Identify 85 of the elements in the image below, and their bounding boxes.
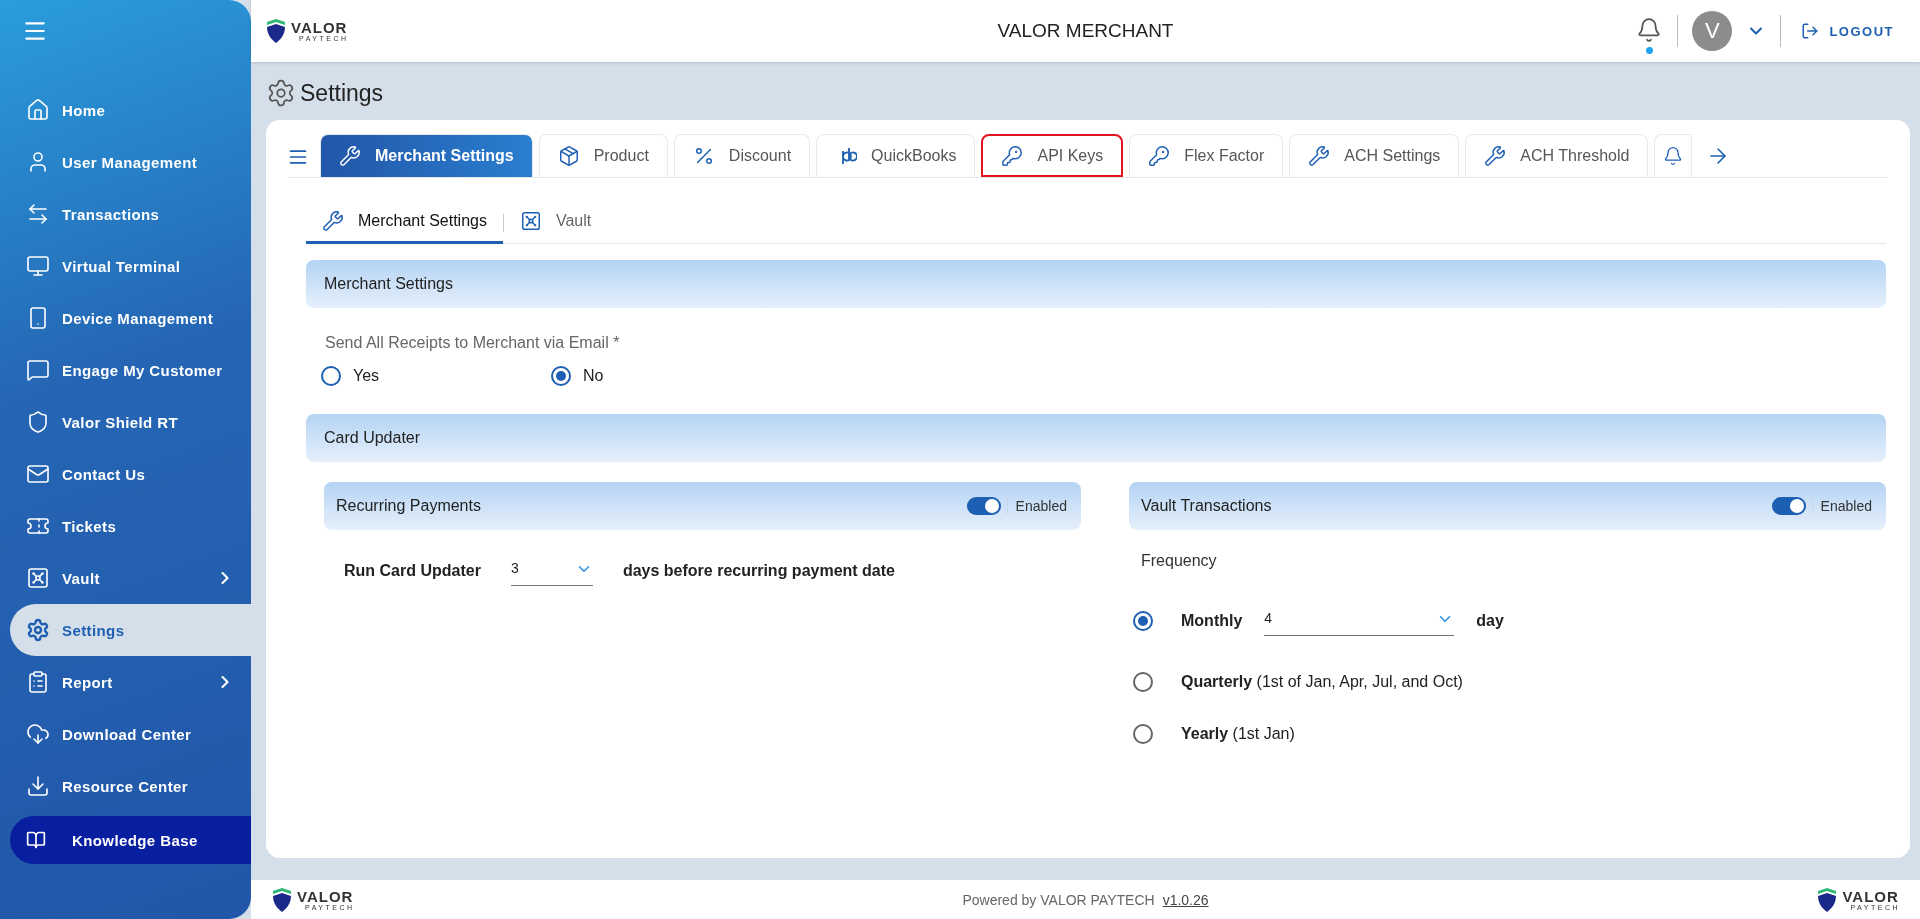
radio-button[interactable]	[1133, 724, 1153, 744]
sidebar-item[interactable]: Tickets	[0, 500, 251, 552]
settings-tab[interactable]: ACH Threshold	[1465, 134, 1649, 177]
shield-logo-icon	[265, 19, 287, 43]
arrows-icon	[26, 202, 50, 226]
shield-logo-icon	[271, 887, 293, 912]
panel-title: Recurring Payments	[336, 497, 482, 515]
option-label: Quarterly (1st of Jan, Apr, Jul, and Oct)	[1181, 673, 1463, 691]
app-title: VALOR MERCHANT	[997, 20, 1174, 42]
bell-icon	[1663, 146, 1684, 166]
chat-icon	[26, 358, 50, 382]
box-icon	[557, 145, 580, 167]
settings-icon	[26, 618, 50, 642]
radio-option[interactable]: No	[551, 366, 781, 386]
logo-name: VALOR	[1842, 888, 1900, 904]
safe-icon	[519, 210, 542, 232]
option-label: Yearly (1st Jan)	[1181, 725, 1295, 743]
shield-logo-icon	[1816, 887, 1839, 912]
wrench-icon	[322, 210, 344, 232]
settings-tab[interactable]: Merchant Settings	[320, 134, 533, 177]
home-icon	[26, 98, 50, 122]
sidebar-item[interactable]: Transactions	[0, 188, 251, 240]
option-label: Monthly	[1181, 612, 1243, 630]
user-avatar[interactable]: V	[1692, 11, 1733, 51]
sidebar-item[interactable]: Valor Shield RT	[0, 396, 251, 448]
toggle-switch[interactable]	[966, 497, 1001, 515]
download-icon	[26, 774, 50, 798]
radio-option[interactable]: Yes	[321, 366, 551, 386]
key-icon	[1001, 144, 1024, 167]
sidebar-item[interactable]: Settings	[10, 604, 251, 656]
sidebar-item[interactable]: Download Center	[0, 708, 251, 760]
logo-name: VALOR	[297, 888, 355, 904]
wrench-icon	[339, 145, 361, 167]
safe-icon	[26, 566, 50, 590]
field-suffix: days before recurring payment date	[622, 562, 895, 580]
logo-name: VALOR	[291, 20, 349, 35]
sidebar-item[interactable]: Contact Us	[0, 448, 251, 500]
sidebar-item[interactable]: Engage My Customer	[0, 344, 251, 396]
cloud-download-icon	[26, 722, 50, 746]
logout-icon	[1801, 22, 1820, 40]
sidebar-item[interactable]: Vault	[0, 552, 251, 604]
sub-tab[interactable]: Vault	[503, 201, 608, 244]
settings-tab[interactable]: Product	[538, 134, 668, 177]
settings-tab[interactable]: Flex Factor	[1129, 134, 1284, 177]
sub-tab[interactable]: Merchant Settings	[306, 201, 503, 244]
field-label: Send All Receipts to Merchant via Email *	[325, 334, 621, 352]
settings-tab[interactable]: Discount	[673, 134, 811, 177]
field-suffix: day	[1476, 612, 1504, 630]
shield-icon	[26, 410, 50, 434]
section-title: Card Updater	[324, 429, 421, 447]
knowledge-base-link[interactable]: Knowledge Base	[10, 816, 251, 864]
wrench-icon	[1308, 145, 1331, 167]
wrench-icon	[1484, 145, 1507, 167]
list-icon	[288, 147, 308, 167]
bell-tab[interactable]	[1654, 134, 1693, 177]
sidebar-item[interactable]: Resource Center	[0, 760, 251, 812]
sidebar-item[interactable]: Virtual Terminal	[0, 240, 251, 292]
toggle-status: Enabled	[1811, 498, 1872, 514]
sidebar-item[interactable]: Report	[0, 656, 251, 708]
settings-tab[interactable]: ACH Settings	[1289, 134, 1460, 177]
day-select[interactable]: 4	[1264, 606, 1455, 636]
page-title: Settings	[300, 79, 384, 107]
logout-button[interactable]: LOGOUT	[1795, 21, 1900, 41]
panel-title: Vault Transactions	[1141, 497, 1273, 515]
days-select[interactable]: 3	[510, 556, 593, 586]
field-label: Run Card Updater	[344, 562, 481, 580]
radio-button[interactable]	[1133, 672, 1153, 692]
field-label: Frequency	[1141, 552, 1218, 570]
sidebar-item[interactable]: Device Management	[0, 292, 251, 344]
toggle-switch[interactable]	[1771, 497, 1806, 515]
sidebar-item[interactable]: User Management	[0, 136, 251, 188]
section-title: Merchant Settings	[324, 275, 453, 293]
book-icon	[26, 830, 46, 850]
settings-icon	[266, 78, 296, 108]
radio-button[interactable]	[1133, 611, 1153, 631]
settings-tab[interactable]: API Keys	[981, 134, 1124, 177]
mail-icon	[26, 462, 50, 486]
monitor-icon	[26, 254, 50, 278]
version-link[interactable]: v1.0.26	[1162, 891, 1209, 908]
footer-text: Powered by VALOR PAYTECH	[962, 891, 1155, 908]
sidebar-item[interactable]: Home	[0, 84, 251, 136]
toggle-status: Enabled	[1006, 498, 1067, 514]
settings-tab[interactable]: QuickBooks	[816, 134, 976, 177]
key-icon	[1148, 145, 1171, 167]
clipboard-icon	[26, 670, 50, 694]
